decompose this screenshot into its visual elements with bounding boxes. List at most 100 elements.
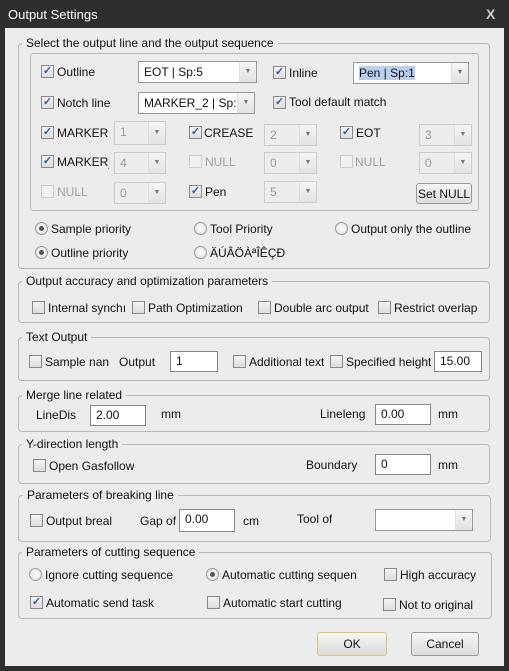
- marker-2-order-combo[interactable]: 4 ▼: [114, 152, 166, 174]
- chevron-down-icon[interactable]: ▼: [451, 63, 468, 83]
- outline-priority-radio[interactable]: [35, 246, 48, 259]
- lineleng-unit: mm: [438, 407, 458, 421]
- chevron-down-icon[interactable]: ▼: [299, 153, 316, 173]
- marker-2-order-value: 4: [120, 156, 127, 170]
- marker-label: MARKER: [57, 126, 109, 140]
- inline-combo[interactable]: Pen | Sp:1 ▼: [353, 62, 469, 84]
- output-label: Output: [119, 355, 156, 369]
- linedis-unit: mm: [161, 407, 181, 421]
- notch-line-label: Notch line: [57, 96, 111, 110]
- lineleng-input[interactable]: 0.00: [375, 404, 431, 425]
- outline-label: Outline: [57, 65, 96, 79]
- chevron-down-icon[interactable]: ▼: [148, 122, 165, 144]
- null-order-combo-3[interactable]: 0 ▼: [419, 152, 472, 174]
- inline-label: Inline: [289, 66, 318, 80]
- not-to-original-label: Not to original: [399, 598, 474, 612]
- chevron-down-icon[interactable]: ▼: [455, 510, 472, 530]
- sample-priority-radio[interactable]: [35, 222, 48, 235]
- output-break-label: Output breal: [46, 514, 113, 528]
- double-arc-output-label: Double arc output: [274, 301, 369, 315]
- chevron-down-icon[interactable]: ▼: [299, 125, 316, 145]
- crease-order-combo[interactable]: 2 ▼: [264, 124, 317, 146]
- eot-label: EOT: [356, 126, 381, 140]
- specified-height-label: Specified height: [346, 355, 432, 369]
- auto-start-cutting-checkbox[interactable]: [207, 596, 220, 609]
- marker-order-combo[interactable]: 1 ▼: [114, 121, 166, 145]
- inline-checkbox[interactable]: ✓: [273, 66, 286, 79]
- notch-line-combo[interactable]: MARKER_2 | Sp:5: ▼: [138, 92, 255, 114]
- tool-default-match-label: Tool default match: [289, 95, 387, 109]
- sample-name-label: Sample nan: [45, 355, 110, 369]
- breaking-line-legend: Parameters of breaking line: [23, 488, 178, 502]
- chevron-down-icon[interactable]: ▼: [454, 153, 471, 173]
- outline-checkbox[interactable]: ✓: [41, 65, 54, 78]
- output-break-checkbox[interactable]: [30, 514, 43, 527]
- chevron-down-icon[interactable]: ▼: [454, 125, 471, 145]
- crease-checkbox[interactable]: ✓: [189, 126, 202, 139]
- boundary-unit: mm: [438, 458, 458, 472]
- open-gasfollow-checkbox[interactable]: [33, 459, 46, 472]
- automatic-cutting-radio[interactable]: [206, 568, 219, 581]
- null-checkbox-1[interactable]: [41, 185, 54, 198]
- high-accuracy-checkbox[interactable]: [384, 568, 397, 581]
- linedis-label: LineDis: [36, 408, 77, 422]
- y-direction-legend: Y-direction length: [22, 437, 123, 451]
- chevron-down-icon[interactable]: ▼: [239, 62, 256, 82]
- eot-checkbox[interactable]: ✓: [340, 126, 353, 139]
- eot-order-combo[interactable]: 3 ▼: [419, 124, 472, 146]
- internal-sync-label: Internal synchı: [48, 301, 127, 315]
- restrict-overlap-checkbox[interactable]: [378, 301, 391, 314]
- ignore-cutting-radio[interactable]: [29, 568, 42, 581]
- chevron-down-icon[interactable]: ▼: [148, 183, 165, 203]
- specified-height-checkbox[interactable]: [330, 355, 343, 368]
- pen-label: Pen: [205, 185, 227, 199]
- null-checkbox-2[interactable]: [189, 155, 202, 168]
- cancel-button[interactable]: Cancel: [411, 632, 479, 656]
- chevron-down-icon[interactable]: ▼: [148, 153, 165, 173]
- open-gasfollow-label: Open Gasfollow: [49, 459, 135, 473]
- null-order-combo-2[interactable]: 0 ▼: [264, 152, 317, 174]
- auto-send-task-checkbox[interactable]: ✓: [30, 596, 43, 609]
- chevron-down-icon[interactable]: ▼: [299, 182, 316, 202]
- output-count-input[interactable]: 1: [170, 351, 218, 372]
- null-order-value-2: 0: [270, 156, 277, 170]
- dialog-title: Output Settings: [8, 7, 98, 22]
- linedis-input[interactable]: 2.00: [90, 405, 146, 426]
- marker-order-value: 1: [120, 125, 127, 139]
- output-only-outline-radio[interactable]: [335, 222, 348, 235]
- tool-priority-label: Tool Priority: [210, 222, 273, 236]
- close-icon[interactable]: X: [486, 6, 495, 22]
- marker-2-label: MARKER_2: [57, 155, 109, 169]
- chevron-down-icon[interactable]: ▼: [237, 93, 254, 113]
- set-null-button[interactable]: Set NULL: [416, 183, 472, 204]
- notch-line-checkbox[interactable]: ✓: [41, 96, 54, 109]
- outline-combo[interactable]: EOT | Sp:5 ▼: [138, 61, 257, 83]
- not-to-original-checkbox[interactable]: [383, 598, 396, 611]
- high-accuracy-label: High accuracy: [400, 568, 476, 582]
- pen-order-combo[interactable]: 5 ▼: [264, 181, 317, 203]
- sample-name-checkbox[interactable]: [29, 355, 42, 368]
- tool-of-combo[interactable]: ▼: [375, 509, 473, 531]
- restrict-overlap-label: Restrict overlap: [394, 301, 478, 315]
- path-optimization-label: Path Optimization: [148, 301, 243, 315]
- path-optimization-checkbox[interactable]: [132, 301, 145, 314]
- additional-text-checkbox[interactable]: [233, 355, 246, 368]
- accuracy-legend: Output accuracy and optimization paramet…: [22, 274, 273, 288]
- tool-priority-radio[interactable]: [194, 222, 207, 235]
- boundary-input[interactable]: 0: [375, 454, 431, 475]
- null-order-value-1: 0: [120, 186, 127, 200]
- marker-checkbox[interactable]: ✓: [41, 126, 54, 139]
- marker-2-checkbox[interactable]: ✓: [41, 155, 54, 168]
- outline-combo-value: EOT | Sp:5: [144, 65, 203, 79]
- tool-default-match-checkbox[interactable]: ✓: [273, 96, 286, 109]
- internal-sync-checkbox[interactable]: [32, 301, 45, 314]
- garbled-option-radio[interactable]: [194, 246, 207, 259]
- ok-button[interactable]: OK: [317, 632, 387, 656]
- double-arc-output-checkbox[interactable]: [258, 301, 271, 314]
- gap-input[interactable]: 0.00: [179, 509, 235, 532]
- specified-height-input[interactable]: 15.00: [434, 351, 482, 372]
- null-order-combo-1[interactable]: 0 ▼: [114, 182, 166, 204]
- null-checkbox-3[interactable]: [340, 155, 353, 168]
- pen-checkbox[interactable]: ✓: [189, 185, 202, 198]
- ignore-cutting-label: Ignore cutting sequence: [45, 568, 174, 582]
